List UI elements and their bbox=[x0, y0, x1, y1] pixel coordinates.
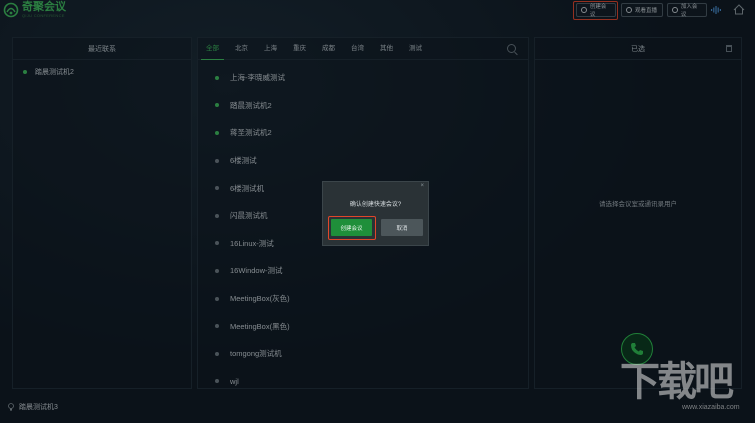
cancel-button[interactable]: 取消 bbox=[381, 219, 423, 236]
watermark-url: www.xiazaiba.com bbox=[682, 404, 740, 411]
watermark-text: 下载吧 bbox=[620, 359, 734, 405]
dialog-message: 确认创建快速会议? bbox=[349, 202, 402, 208]
highlight-outline bbox=[328, 216, 376, 240]
close-icon[interactable]: × bbox=[420, 183, 424, 189]
watermark: 下载吧 www.xiazaiba.com bbox=[620, 362, 750, 422]
